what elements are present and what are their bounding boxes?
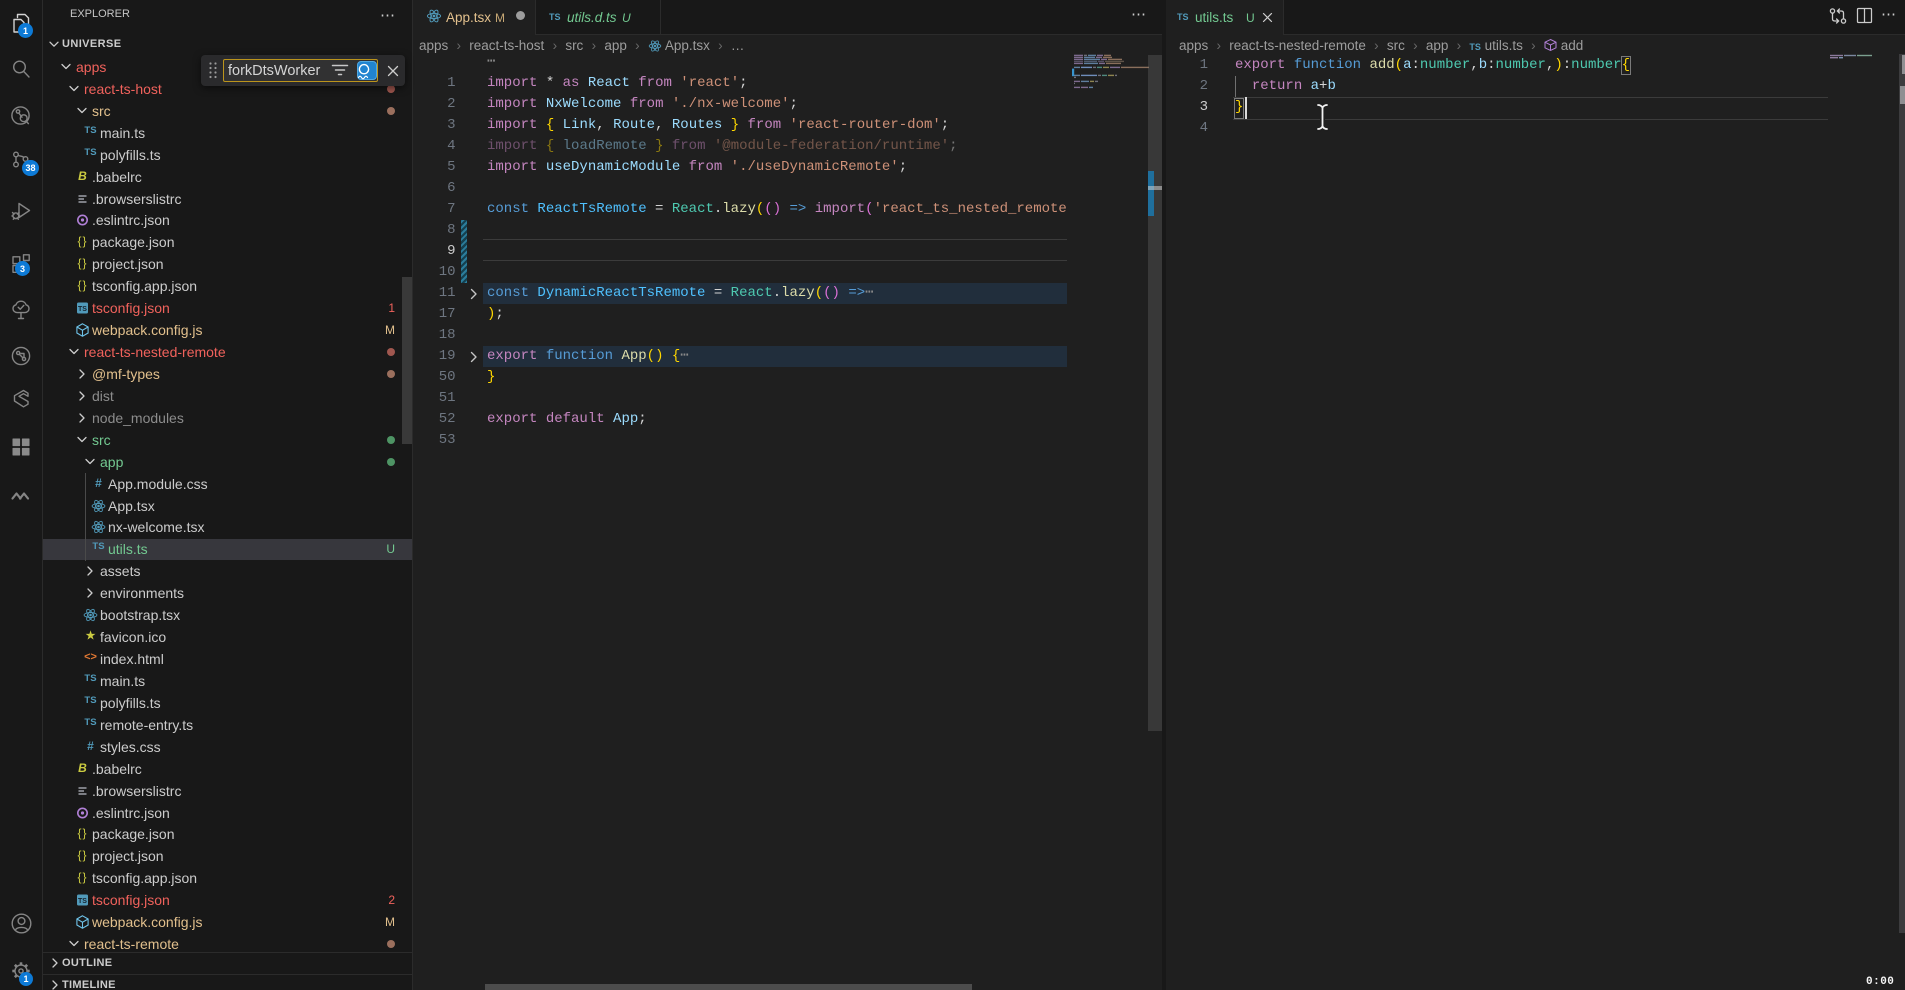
svg-text:TS: TS xyxy=(78,306,87,313)
svg-text:TS: TS xyxy=(78,898,87,905)
